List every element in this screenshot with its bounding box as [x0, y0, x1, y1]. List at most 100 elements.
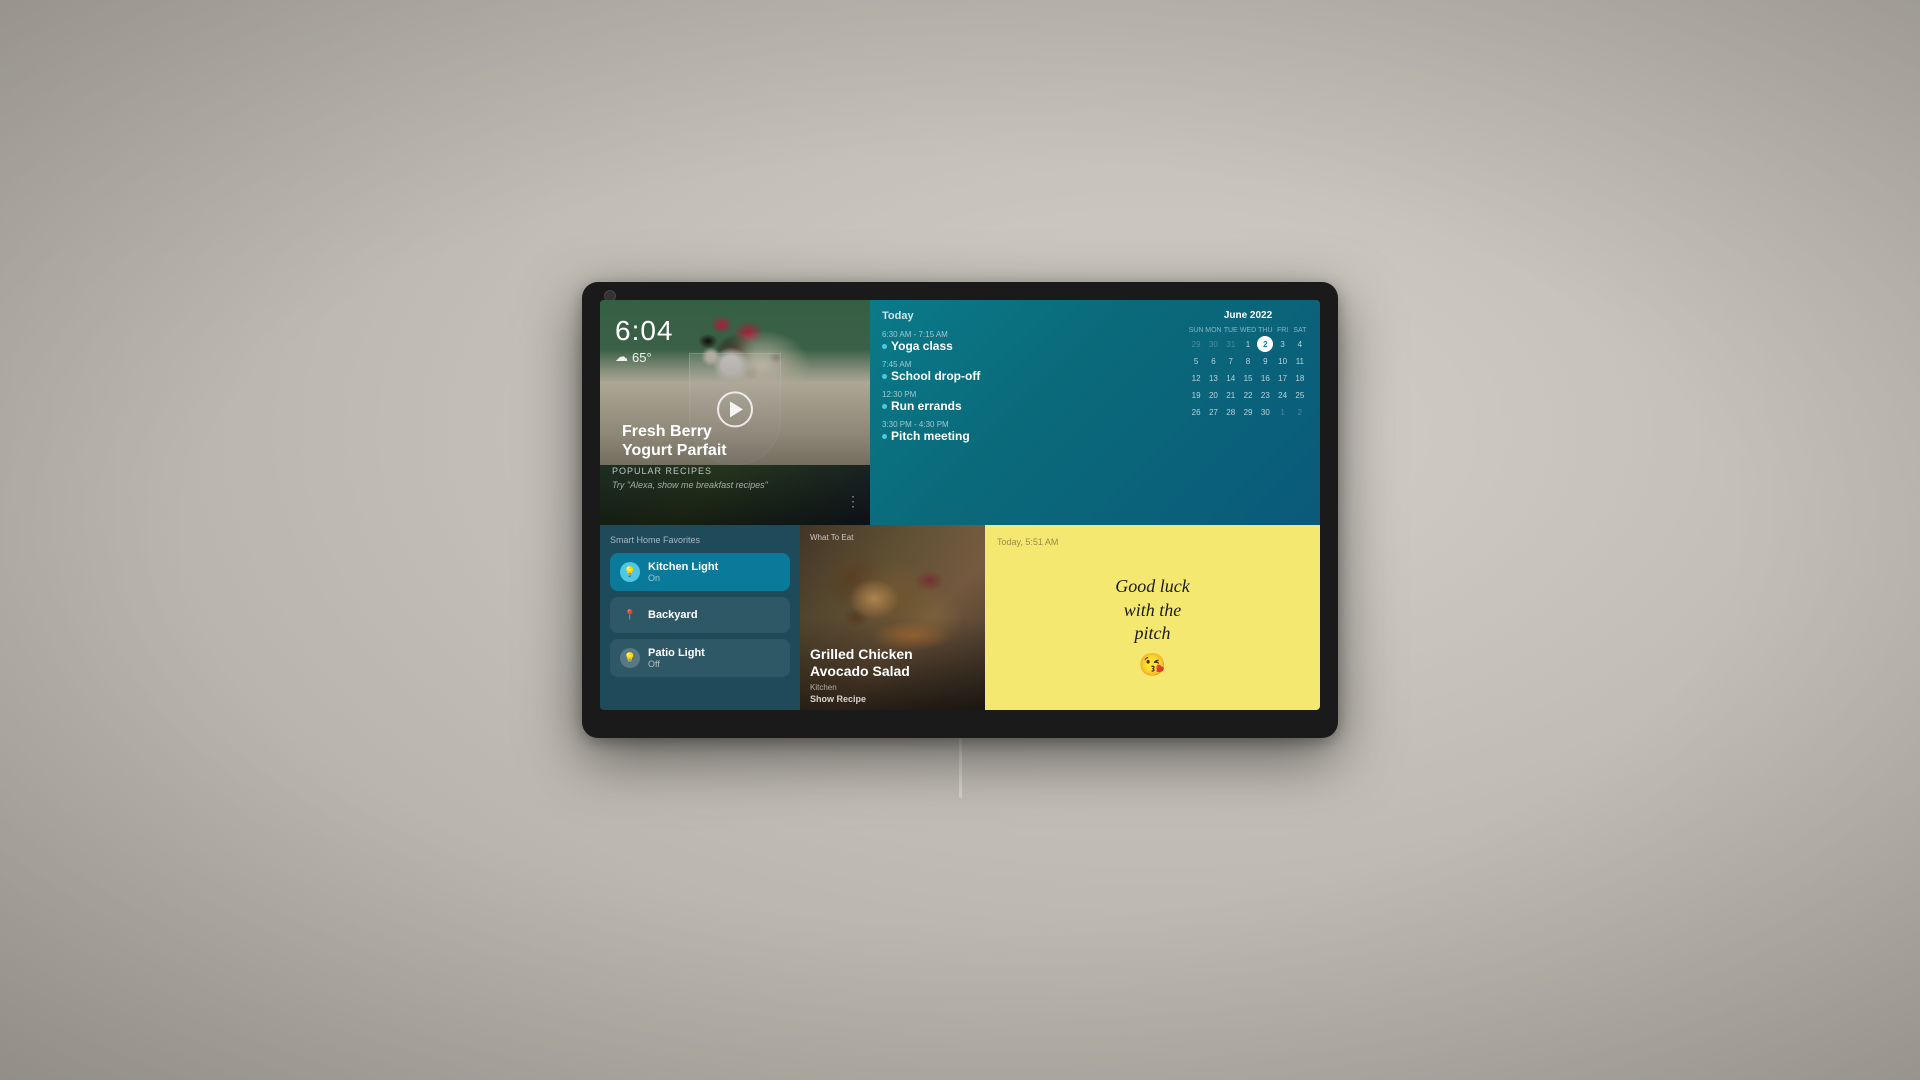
cal-day-today[interactable]: 2 — [1257, 336, 1273, 352]
screen: 6:04 ☁ 65° Popular Recipes Fresh BerryYo… — [600, 300, 1320, 710]
cal-day[interactable]: 25 — [1292, 387, 1308, 403]
kitchen-light-info: Kitchen Light On — [648, 561, 718, 583]
cal-day[interactable]: 14 — [1223, 370, 1239, 386]
day-header-sun: SUN — [1188, 326, 1204, 335]
cal-day[interactable]: 10 — [1275, 353, 1291, 369]
recipe-name: Grilled ChickenAvocado Salad — [810, 646, 975, 680]
what-to-eat-label: What To Eat — [810, 533, 853, 542]
cal-day[interactable]: 30 — [1257, 404, 1273, 420]
device-patio-light[interactable]: 💡 Patio Light Off — [610, 639, 790, 677]
note-emoji: 😘 — [1139, 651, 1166, 680]
calendar-panel: Today 6:30 AM - 7:15 AM Yoga class 7:45 … — [870, 300, 1320, 525]
cal-day[interactable]: 29 — [1188, 336, 1204, 352]
cal-day[interactable]: 21 — [1223, 387, 1239, 403]
cal-day[interactable]: 5 — [1188, 353, 1204, 369]
patio-light-icon: 💡 — [620, 648, 640, 668]
cal-day[interactable]: 23 — [1257, 387, 1273, 403]
event-pitch[interactable]: 3:30 PM - 4:30 PM Pitch meeting — [882, 420, 1178, 443]
backyard-icon: 📍 — [620, 605, 640, 625]
cal-day[interactable]: 6 — [1205, 353, 1221, 369]
cal-day[interactable]: 1 — [1240, 336, 1256, 352]
cal-day[interactable]: 19 — [1188, 387, 1204, 403]
cal-day[interactable]: 20 — [1205, 387, 1221, 403]
cal-day[interactable]: 9 — [1257, 353, 1273, 369]
patio-light-state: Off — [648, 659, 705, 669]
event-pitch-time: 3:30 PM - 4:30 PM — [882, 420, 1178, 429]
note-text-content: Good luckwith thepitch — [1115, 575, 1189, 645]
patio-light-name: Patio Light — [648, 647, 705, 659]
kitchen-light-state: On — [648, 573, 718, 583]
cal-day[interactable]: 12 — [1188, 370, 1204, 386]
hero-title-area: Popular Recipes Fresh BerryYogurt Parfai… — [612, 466, 858, 490]
event-school-name: School drop-off — [882, 369, 1178, 383]
cal-day[interactable]: 7 — [1223, 353, 1239, 369]
cal-day[interactable]: 22 — [1240, 387, 1256, 403]
cal-day[interactable]: 17 — [1275, 370, 1291, 386]
cal-day[interactable]: 31 — [1223, 336, 1239, 352]
hero-recipe-name: Fresh BerryYogurt Parfait — [622, 422, 848, 460]
clock-display: 6:04 — [615, 315, 674, 347]
cal-day[interactable]: 15 — [1240, 370, 1256, 386]
calendar-month-label: June 2022 — [1188, 310, 1308, 321]
day-header-thu: THU — [1257, 326, 1273, 335]
cal-day[interactable]: 30 — [1205, 336, 1221, 352]
cal-day[interactable]: 24 — [1275, 387, 1291, 403]
note-timestamp: Today, 5:51 AM — [997, 537, 1308, 547]
event-school-time: 7:45 AM — [882, 360, 1178, 369]
events-section: Today 6:30 AM - 7:15 AM Yoga class 7:45 … — [882, 310, 1178, 515]
event-pitch-name: Pitch meeting — [882, 429, 1178, 443]
cal-day[interactable]: 11 — [1292, 353, 1308, 369]
temperature-display: 65° — [632, 350, 652, 365]
cal-day[interactable]: 29 — [1240, 404, 1256, 420]
cal-day[interactable]: 2 — [1292, 404, 1308, 420]
hero-panel[interactable]: 6:04 ☁ 65° Popular Recipes Fresh BerryYo… — [600, 300, 870, 525]
device-kitchen-light[interactable]: 💡 Kitchen Light On — [610, 553, 790, 591]
cal-day[interactable]: 27 — [1205, 404, 1221, 420]
event-errands-name: Run errands — [882, 399, 1178, 413]
cal-day[interactable]: 26 — [1188, 404, 1204, 420]
event-school[interactable]: 7:45 AM School drop-off — [882, 360, 1178, 383]
popular-label: Popular Recipes — [612, 466, 858, 476]
backyard-name: Backyard — [648, 609, 698, 621]
day-header-sat: SAT — [1292, 326, 1308, 335]
event-yoga-time: 6:30 AM - 7:15 AM — [882, 330, 1178, 339]
patio-light-info: Patio Light Off — [648, 647, 705, 669]
calendar-grid: SUN MON TUE WED THU FRI SAT 29 30 31 1 — [1188, 326, 1308, 420]
hero-time-weather: 6:04 ☁ 65° — [615, 315, 674, 365]
echo-show-frame: 6:04 ☁ 65° Popular Recipes Fresh BerryYo… — [582, 282, 1338, 738]
cal-day[interactable]: 28 — [1223, 404, 1239, 420]
device-backyard[interactable]: 📍 Backyard — [610, 597, 790, 633]
day-header-fri: FRI — [1274, 326, 1290, 335]
power-cord — [959, 738, 962, 798]
cal-day[interactable]: 1 — [1275, 404, 1291, 420]
device-wrapper: 6:04 ☁ 65° Popular Recipes Fresh BerryYo… — [582, 282, 1338, 798]
event-dot-icon — [882, 404, 887, 409]
day-header-tue: TUE — [1223, 326, 1239, 335]
cal-day[interactable]: 8 — [1240, 353, 1256, 369]
cal-day[interactable]: 4 — [1292, 336, 1308, 352]
event-yoga[interactable]: 6:30 AM - 7:15 AM Yoga class — [882, 330, 1178, 353]
day-header-mon: MON — [1205, 326, 1221, 335]
weather-display: ☁ 65° — [615, 349, 674, 365]
event-errands-time: 12:30 PM — [882, 390, 1178, 399]
kitchen-light-name: Kitchen Light — [648, 561, 718, 573]
today-label: Today — [882, 310, 1178, 322]
event-errands[interactable]: 12:30 PM Run errands — [882, 390, 1178, 413]
more-options-icon[interactable]: ⋮ — [846, 493, 860, 510]
bottom-section: Smart Home Favorites 💡 Kitchen Light On … — [600, 525, 1320, 710]
event-dot-icon — [882, 374, 887, 379]
cal-day[interactable]: 3 — [1275, 336, 1291, 352]
event-yoga-name: Yoga class — [882, 339, 1178, 353]
kitchen-light-icon: 💡 — [620, 562, 640, 582]
cal-day[interactable]: 13 — [1205, 370, 1221, 386]
cal-day[interactable]: 18 — [1292, 370, 1308, 386]
note-content: Good luckwith thepitch 😘 — [997, 557, 1308, 698]
sticky-note-panel: Today, 5:51 AM Good luckwith thepitch 😘 — [985, 525, 1320, 710]
recipe-panel[interactable]: What To Eat Grilled ChickenAvocado Salad… — [800, 525, 985, 710]
smart-home-title: Smart Home Favorites — [610, 535, 790, 545]
show-recipe-button[interactable]: Show Recipe — [810, 694, 866, 704]
event-dot-icon — [882, 344, 887, 349]
event-dot-icon — [882, 434, 887, 439]
cal-day[interactable]: 16 — [1257, 370, 1273, 386]
weather-icon: ☁ — [615, 349, 628, 365]
